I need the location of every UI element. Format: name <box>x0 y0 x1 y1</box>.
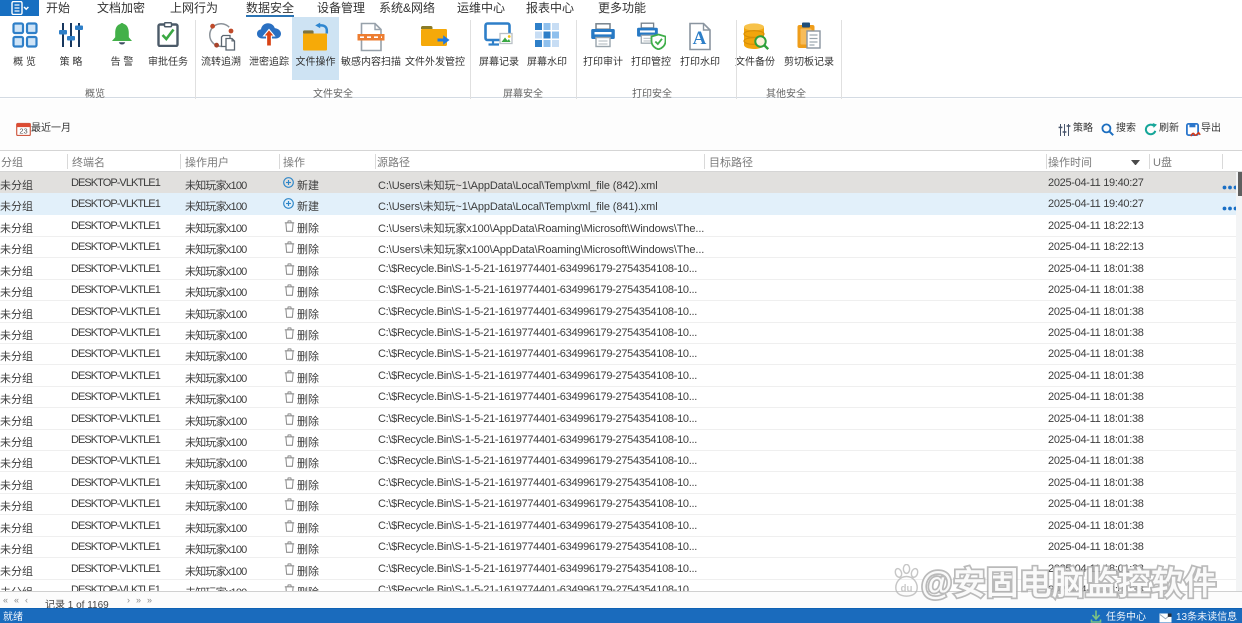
svg-text:A: A <box>693 28 707 49</box>
svg-text:23: 23 <box>19 127 27 136</box>
